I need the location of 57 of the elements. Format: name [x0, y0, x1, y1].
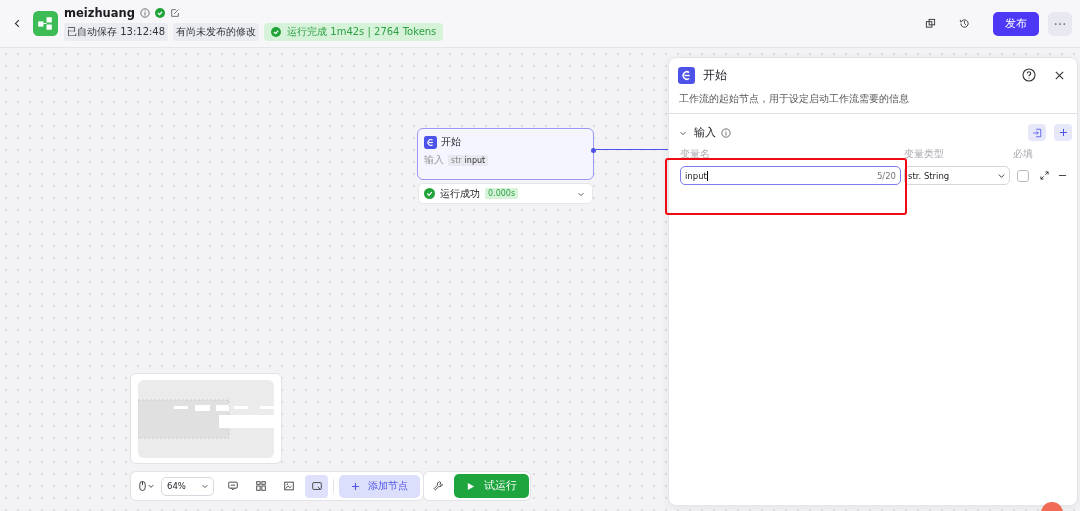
image-icon	[282, 480, 295, 492]
mouse-icon[interactable]	[138, 480, 156, 492]
required-column-header: 必填	[1013, 147, 1034, 161]
run-result-text: 运行成功	[440, 186, 480, 201]
run-status-text: 运行完成 1m42s | 2764 Tokens	[287, 25, 437, 39]
history-icon[interactable]	[959, 18, 970, 29]
zoom-select[interactable]: 64%	[161, 476, 214, 496]
start-node-icon	[424, 135, 437, 149]
unpublished-label: 有尚未发布的修改	[173, 23, 260, 41]
comment-icon	[226, 480, 239, 492]
start-node-icon	[678, 66, 695, 84]
start-node[interactable]: 开始 输入 str input	[417, 128, 594, 180]
name-column-header: 变量名	[680, 147, 711, 161]
more-icon	[1054, 21, 1066, 26]
minimap-button[interactable]	[305, 474, 328, 498]
plus-icon	[351, 481, 360, 491]
help-icon[interactable]	[1022, 68, 1036, 82]
add-variable-button[interactable]	[1054, 124, 1072, 141]
grid-icon	[254, 480, 267, 492]
copy-icon[interactable]	[925, 18, 936, 29]
node-title: 开始	[441, 135, 461, 149]
check-circle-icon	[424, 188, 435, 199]
character-counter: 5/20	[876, 170, 896, 181]
import-button[interactable]	[1028, 124, 1046, 141]
variable-name: input	[464, 155, 486, 165]
play-icon	[466, 481, 475, 491]
panel-title: 开始	[703, 67, 727, 83]
connector-line	[596, 149, 668, 150]
wrench-icon[interactable]	[432, 480, 444, 492]
chevron-down-icon	[201, 482, 209, 490]
variable-type-select[interactable]: str. String	[904, 166, 1010, 185]
required-checkbox[interactable]	[1017, 169, 1029, 182]
import-icon	[1032, 127, 1042, 138]
edit-icon[interactable]	[170, 8, 180, 18]
panel-description: 工作流的起始节点，用于设定启动工作流需要的信息	[678, 92, 910, 106]
publish-button[interactable]: 发布	[993, 11, 1039, 36]
variable-name-field[interactable]: input 5/20	[680, 166, 901, 185]
type-label: str	[451, 155, 462, 165]
section-title: 输入	[694, 125, 716, 140]
chevron-down-icon	[997, 171, 1006, 180]
run-result-bar[interactable]: 运行成功 0.000s	[418, 183, 593, 204]
info-icon[interactable]	[140, 8, 150, 18]
minimap-icon	[310, 480, 323, 492]
close-icon[interactable]	[1054, 69, 1065, 81]
workflow-logo-icon	[33, 11, 58, 36]
type-column-header: 变量类型	[904, 147, 945, 161]
input-label: 输入	[424, 153, 444, 167]
info-icon[interactable]	[721, 127, 731, 138]
check-circle-icon	[271, 27, 282, 37]
expand-icon[interactable]	[1040, 171, 1049, 180]
zoom-value: 64%	[167, 481, 186, 491]
workflow-title: meizhuang	[64, 6, 135, 20]
plus-icon	[1058, 128, 1068, 137]
run-time-badge: 0.000s	[485, 188, 519, 199]
add-node-button[interactable]: 添加节点	[339, 474, 420, 498]
autosave-label: 已自动保存 13:12:48	[64, 23, 169, 41]
output-port[interactable]	[591, 148, 596, 153]
